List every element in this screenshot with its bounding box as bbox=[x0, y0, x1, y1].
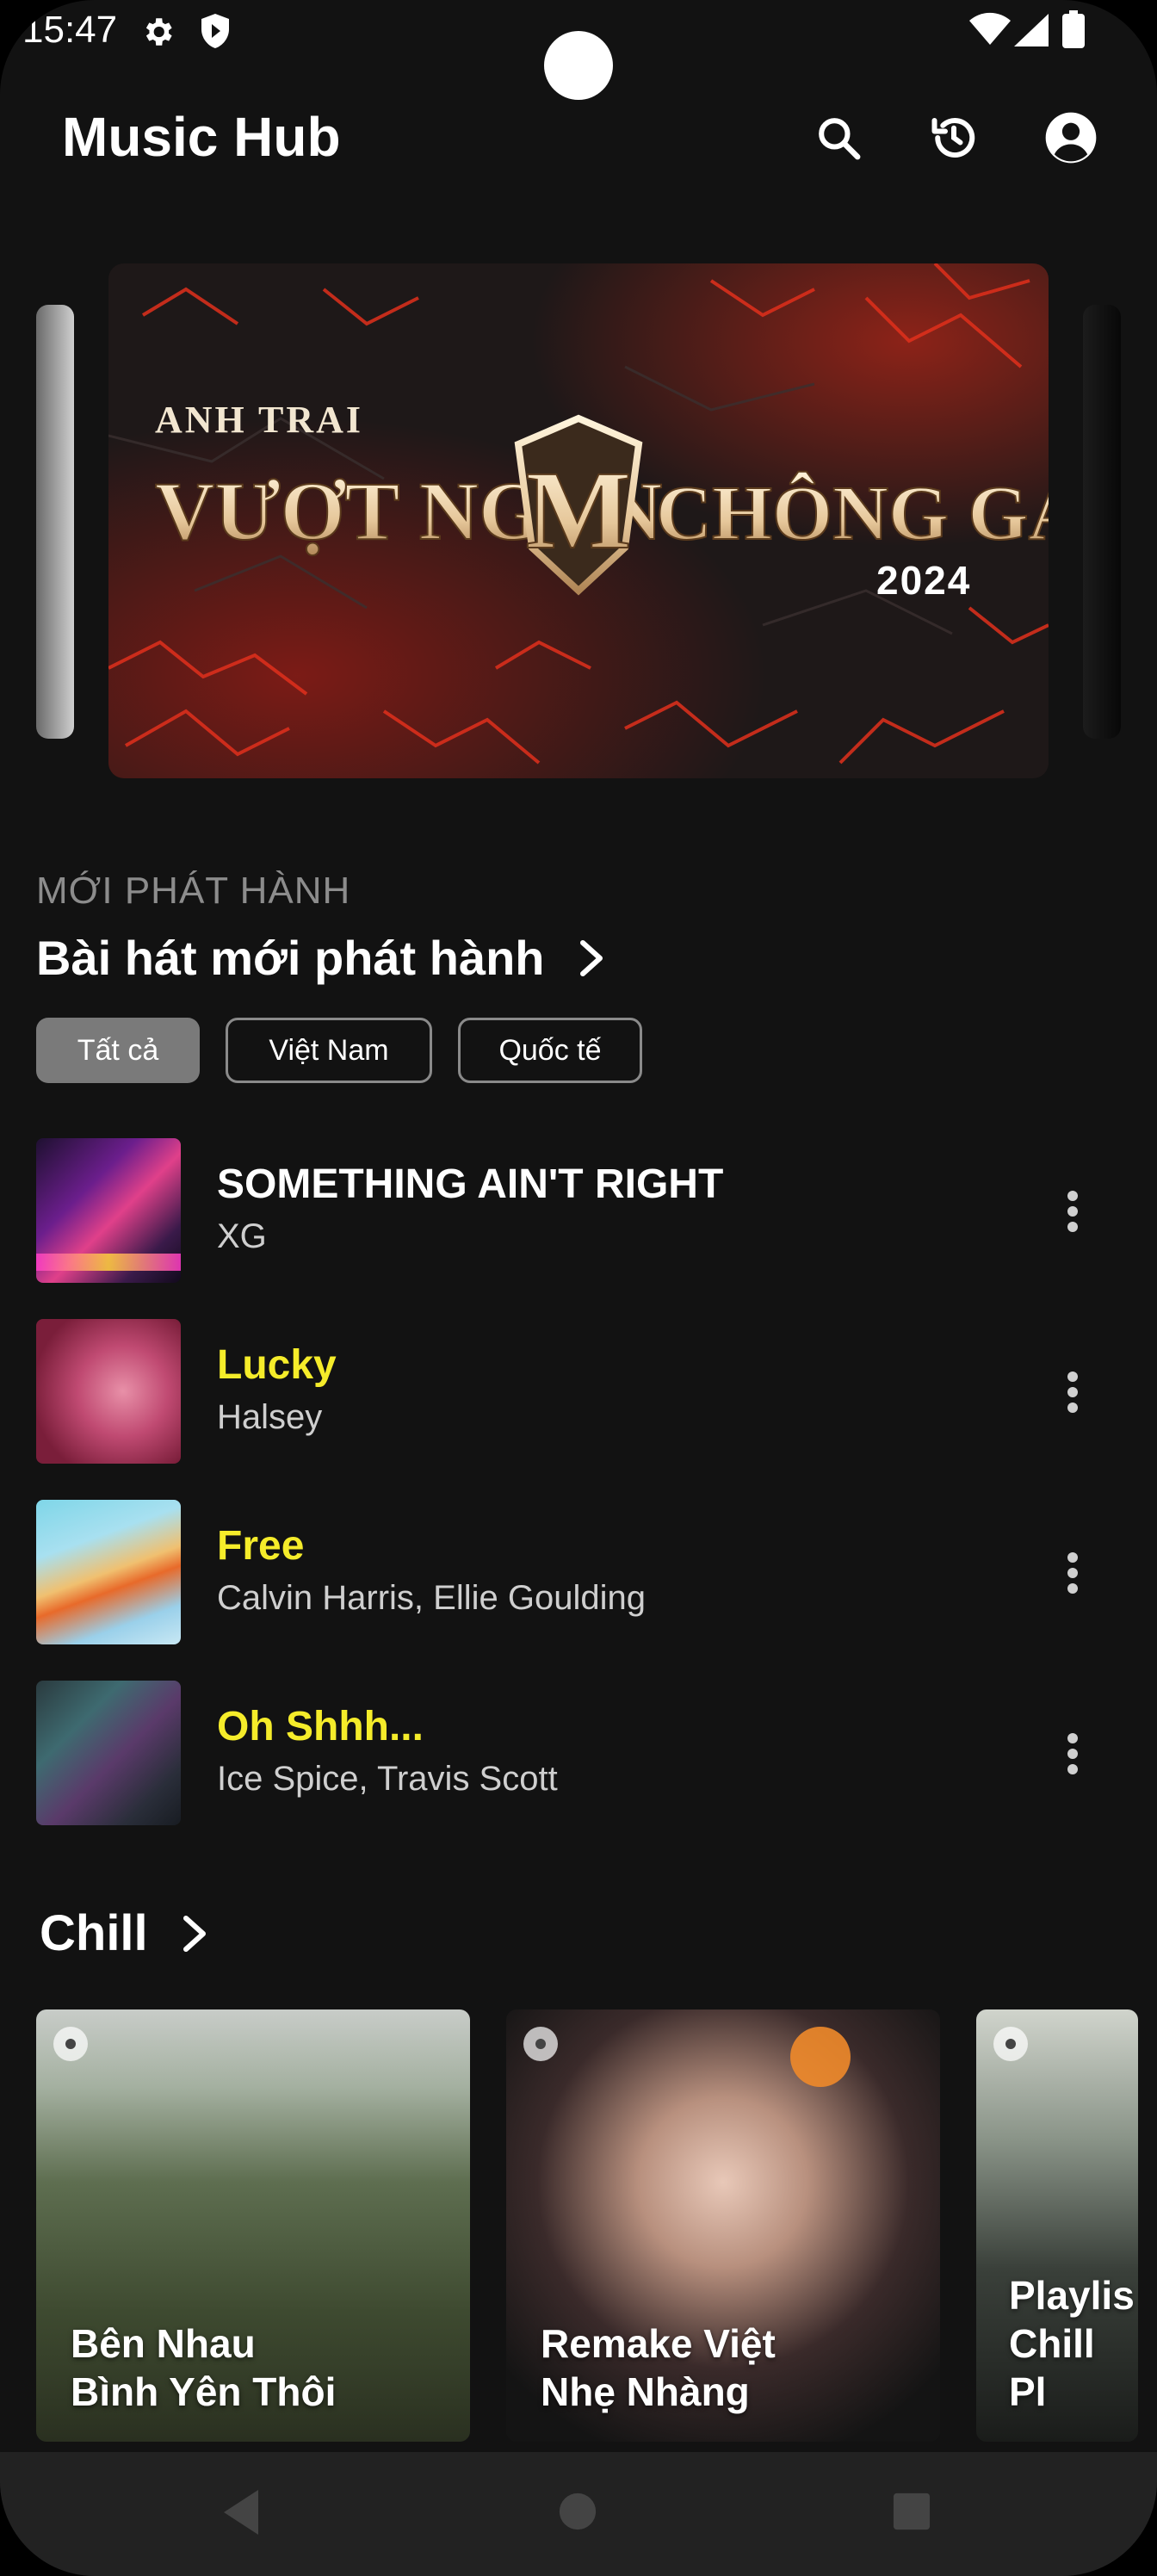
more-options-button[interactable] bbox=[1055, 1543, 1090, 1603]
song-row[interactable]: Oh Shhh... Ice Spice, Travis Scott bbox=[0, 1681, 1157, 1827]
chevron-right-icon bbox=[183, 1915, 206, 1952]
song-artist: Calvin Harris, Ellie Goulding bbox=[217, 1579, 646, 1617]
song-artist: XG bbox=[217, 1217, 267, 1255]
more-options-button[interactable] bbox=[1055, 1181, 1090, 1242]
filter-chip-international[interactable]: Quốc tế bbox=[458, 1018, 642, 1083]
account-icon bbox=[1045, 112, 1097, 164]
svg-text:M: M bbox=[526, 449, 632, 573]
album-art bbox=[36, 1138, 181, 1283]
banner-next-peek[interactable] bbox=[1083, 305, 1121, 739]
album-art bbox=[36, 1681, 181, 1825]
chill-title: Chill bbox=[40, 1905, 148, 1961]
playlist-card[interactable]: Remake Việt Nhẹ Nhàng bbox=[506, 2009, 940, 2442]
song-title: Oh Shhh... bbox=[217, 1704, 424, 1749]
chevron-right-icon bbox=[579, 939, 603, 976]
filter-chip-label: Việt Nam bbox=[269, 1033, 389, 1067]
song-title: Lucky bbox=[217, 1342, 337, 1388]
song-row[interactable]: SOMETHING AIN'T RIGHT XG bbox=[0, 1138, 1157, 1285]
song-artist: Halsey bbox=[217, 1398, 323, 1436]
playlist-card[interactable]: Bên Nhau Bình Yên Thôi bbox=[36, 2009, 470, 2442]
banner-headline-right: CHÔNG GAI bbox=[656, 470, 1049, 556]
song-artist: Ice Spice, Travis Scott bbox=[217, 1760, 558, 1798]
filter-chip-vietnam[interactable]: Việt Nam bbox=[226, 1018, 432, 1083]
chill-header[interactable]: Chill bbox=[40, 1904, 208, 1962]
playlist-card-title: Playlis Chill Pl bbox=[1009, 2273, 1135, 2414]
battery-icon bbox=[1062, 10, 1085, 48]
cellular-signal-icon bbox=[1014, 14, 1049, 46]
app-title: Music Hub bbox=[62, 106, 341, 168]
song-title: Free bbox=[217, 1523, 305, 1569]
song-title: SOMETHING AIN'T RIGHT bbox=[217, 1161, 724, 1207]
back-icon[interactable] bbox=[220, 2486, 262, 2538]
banner-prev-peek[interactable] bbox=[36, 305, 74, 739]
album-art bbox=[36, 1500, 181, 1644]
recents-icon[interactable] bbox=[892, 2492, 931, 2531]
shield-icon bbox=[201, 14, 229, 48]
filter-chip-label: Tất cả bbox=[77, 1033, 159, 1067]
search-icon bbox=[819, 118, 861, 160]
more-vert-icon bbox=[1067, 1191, 1078, 1232]
search-button[interactable] bbox=[807, 107, 869, 169]
banner-year: 2024 bbox=[876, 558, 971, 603]
camera-cutout bbox=[544, 31, 613, 100]
account-button[interactable] bbox=[1040, 107, 1102, 169]
home-icon[interactable] bbox=[558, 2492, 597, 2531]
wifi-icon bbox=[969, 12, 1011, 46]
more-options-button[interactable] bbox=[1055, 1362, 1090, 1422]
section-kicker: MỚI PHÁT HÀNH bbox=[36, 870, 351, 912]
history-button[interactable] bbox=[923, 107, 985, 169]
status-time: 15:47 bbox=[22, 9, 118, 51]
settings-gear-icon bbox=[145, 18, 172, 46]
more-options-button[interactable] bbox=[1055, 1724, 1090, 1784]
more-vert-icon bbox=[1067, 1733, 1078, 1774]
playlist-card-title: Bên Nhau Bình Yên Thôi bbox=[71, 2321, 337, 2414]
playlist-card-title: Remake Việt Nhẹ Nhàng bbox=[541, 2321, 776, 2414]
disc-icon bbox=[523, 2027, 558, 2061]
banner-artwork: ANH TRAI VƯỢT NGÀN M CHÔNG GAI 2024 bbox=[108, 263, 1049, 778]
section-title: Bài hát mới phát hành bbox=[36, 931, 545, 985]
disc-icon bbox=[993, 2027, 1028, 2061]
song-row[interactable]: Free Calvin Harris, Ellie Goulding bbox=[0, 1500, 1157, 1646]
new-releases-header[interactable]: Bài hát mới phát hành bbox=[36, 930, 605, 986]
album-art bbox=[36, 1319, 181, 1464]
featured-banner[interactable]: ANH TRAI VƯỢT NGÀN M CHÔNG GAI 2024 bbox=[108, 263, 1049, 778]
status-bar: 15:47 bbox=[0, 0, 1157, 100]
banner-monogram: M bbox=[514, 414, 643, 596]
history-icon bbox=[931, 118, 975, 158]
more-vert-icon bbox=[1067, 1372, 1078, 1413]
system-navigation-bar bbox=[0, 2452, 1157, 2576]
filter-chip-all[interactable]: Tất cả bbox=[36, 1018, 200, 1083]
banner-kicker: ANH TRAI bbox=[155, 399, 363, 441]
disc-icon bbox=[53, 2027, 88, 2061]
song-row[interactable]: Lucky Halsey bbox=[0, 1319, 1157, 1465]
app-screen: 15:47 Music Hub ANH TRAI VƯỢT NGÀN M CHÔ… bbox=[0, 0, 1157, 2576]
more-vert-icon bbox=[1067, 1552, 1078, 1594]
filter-chip-label: Quốc tế bbox=[498, 1033, 602, 1067]
playlist-card[interactable]: Playlis Chill Pl bbox=[976, 2009, 1138, 2442]
